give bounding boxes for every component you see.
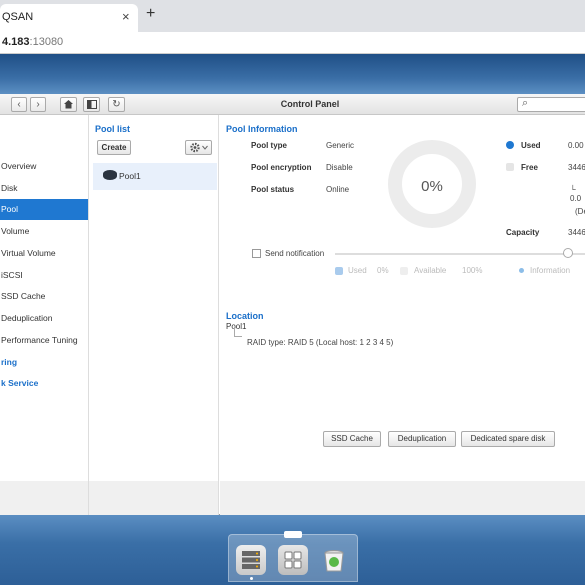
pool-list-title: Pool list <box>95 124 131 134</box>
legend-used-value: 0% <box>377 266 389 275</box>
app-grid-icon[interactable] <box>278 545 308 575</box>
tab-close-icon[interactable]: × <box>122 9 130 24</box>
sidebar-item-iscsi[interactable]: iSCSI <box>0 265 88 286</box>
search-input[interactable]: ⌕ <box>517 97 585 112</box>
ssd-cache-button[interactable]: SSD Cache <box>323 431 381 447</box>
window-title: Control Panel <box>280 99 340 109</box>
control-panel-window: ‹ › ↻ Control Panel ⌕ Overview Disk Pool… <box>0 94 585 515</box>
sidebar-item-overview[interactable]: Overview <box>0 156 88 177</box>
sidebar-footer <box>0 481 88 515</box>
free-value: 3446 <box>568 163 585 172</box>
legend-available-value: 100% <box>462 266 483 275</box>
used-value: 0.00 <box>568 141 584 150</box>
pool-list-item[interactable]: Pool1 <box>93 163 217 190</box>
used-dot-icon <box>506 141 514 149</box>
new-tab-button[interactable]: + <box>146 5 155 23</box>
deduplication-button[interactable]: Deduplication <box>388 431 456 447</box>
desktop-background-top <box>0 54 585 94</box>
legend-information-icon <box>519 268 524 273</box>
sidebar-item-volume[interactable]: Volume <box>0 221 88 242</box>
url-port: :13080 <box>29 36 64 48</box>
sidebar-item-disk[interactable]: Disk <box>0 178 88 199</box>
url-text: 4.183:13080 <box>2 36 63 48</box>
legend-available: Available <box>414 266 447 275</box>
pool-name: Pool1 <box>119 171 141 181</box>
search-icon: ⌕ <box>522 97 529 109</box>
sidebar-item-virtual-volume[interactable]: Virtual Volume <box>0 243 88 264</box>
sidebar-section-service[interactable]: k Service <box>0 373 88 394</box>
free-label: Free <box>521 163 538 172</box>
dedicated-spare-disk-button[interactable]: Dedicated spare disk <box>461 431 555 447</box>
tree-connector <box>234 327 242 337</box>
url-host: 4.183 <box>2 36 30 48</box>
pool-encryption-value: Disable <box>326 163 353 172</box>
pool-icon <box>103 170 117 180</box>
used-label: Used <box>521 141 541 150</box>
pool-status-label: Pool status <box>251 185 295 194</box>
legend-information: Information <box>530 266 571 275</box>
legend-used-icon <box>335 267 343 275</box>
window-titlebar: ‹ › ↻ Control Panel ⌕ <box>0 94 585 115</box>
legend-available-icon <box>400 267 408 275</box>
browser-tab[interactable]: QSAN × <box>0 4 138 32</box>
raid-type-text: RAID type: RAID 5 (Local host: 1 2 3 4 5… <box>247 338 394 347</box>
browser-tabstrip: QSAN × + <box>0 0 585 32</box>
legend-used: Used <box>348 266 367 275</box>
sidebar-section-monitoring[interactable]: ring <box>0 352 88 373</box>
sidebar-item-performance-tuning[interactable]: Performance Tuning <box>0 330 88 351</box>
dock-tooltip-handle <box>284 531 302 538</box>
dedup-sub-value: └ 0.0 <box>570 185 582 203</box>
sidebar-item-pool[interactable]: Pool <box>0 199 88 220</box>
address-bar[interactable]: 4.183:13080 <box>0 32 585 54</box>
pool-type-label: Pool type <box>251 141 288 150</box>
pool-information-title: Pool Information <box>226 124 298 134</box>
sidebar: Overview Disk Pool Volume Virtual Volume… <box>0 115 89 515</box>
pool-list-footer <box>89 481 218 515</box>
capacity-value: 3446 <box>568 228 585 237</box>
usage-percent: 0% <box>421 178 443 195</box>
pool-settings-button[interactable] <box>185 140 212 155</box>
notification-threshold-slider[interactable] <box>335 253 585 255</box>
sidebar-item-deduplication[interactable]: Deduplication <box>0 308 88 329</box>
pool-detail-panel: Pool Information Pool type Generic Pool … <box>220 115 585 515</box>
pool-type-value: Generic <box>326 141 355 150</box>
pool-encryption-label: Pool encryption <box>251 163 312 172</box>
create-pool-button[interactable]: Create <box>97 140 131 155</box>
detail-footer <box>220 481 585 515</box>
send-notification-checkbox[interactable] <box>252 249 261 258</box>
active-app-indicator <box>250 577 253 580</box>
slider-handle[interactable] <box>563 248 573 258</box>
send-notification-label: Send notification <box>265 249 325 258</box>
dedup-sub-note: (De <box>575 207 585 216</box>
gear-icon <box>189 142 208 153</box>
pool-status-value: Online <box>326 185 350 194</box>
location-title: Location <box>226 311 264 321</box>
sidebar-item-ssd-cache[interactable]: SSD Cache <box>0 286 88 307</box>
recycle-bin-icon[interactable] <box>319 545 349 575</box>
pool-list-panel: Pool list Create Pool1 <box>89 115 219 515</box>
capacity-label: Capacity <box>506 228 540 237</box>
tab-title: QSAN <box>2 11 34 23</box>
storage-manager-icon[interactable] <box>236 545 266 575</box>
free-dot-icon <box>506 163 514 171</box>
